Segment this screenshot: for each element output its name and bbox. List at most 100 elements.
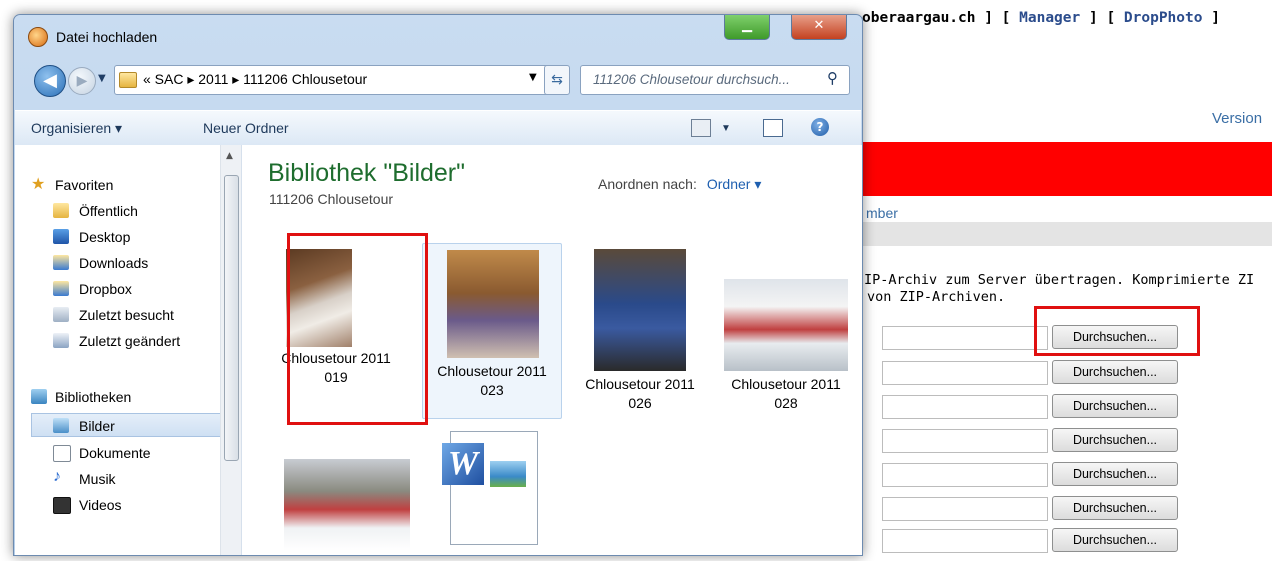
- info-line-2: von ZIP-Archiven.: [867, 289, 1006, 305]
- firefox-icon: [28, 27, 48, 47]
- file-name-line1: Chlousetour 2011: [731, 376, 841, 392]
- search-placeholder: 111206 Chlousetour durchsuch...: [593, 72, 790, 87]
- file-path-field[interactable]: [882, 497, 1048, 521]
- navigation-pane: ★ Favoriten Öffentlich Desktop Downloads…: [15, 145, 242, 555]
- folder-icon: [119, 72, 137, 88]
- file-item[interactable]: W: [430, 431, 570, 561]
- nav-item-label: Desktop: [79, 229, 131, 245]
- version-link[interactable]: Version: [1212, 110, 1262, 127]
- file-name-line2: 023: [480, 382, 504, 398]
- dialog-title: Datei hochladen: [56, 29, 158, 45]
- view-options-icon[interactable]: [691, 119, 711, 137]
- nav-item-label: Dokumente: [79, 445, 151, 461]
- file-name-line2: 026: [628, 395, 652, 411]
- upload-info-text: IP-Archiv zum Server übertragen. Komprim…: [864, 272, 1254, 306]
- address-bar[interactable]: « SAC ▸ 2011 ▸ 111206 Chlousetour ▼: [114, 65, 556, 95]
- nav-item-bilder[interactable]: Bilder: [31, 413, 223, 437]
- browse-button[interactable]: Durchsuchen...: [1052, 428, 1178, 452]
- scroll-thumb[interactable]: [224, 175, 239, 461]
- file-path-field[interactable]: [882, 395, 1048, 419]
- forward-button[interactable]: ▶: [68, 67, 96, 95]
- top-links-suffix: ]: [1202, 10, 1220, 26]
- pictures-icon: [53, 418, 69, 433]
- nav-favorites[interactable]: ★ Favoriten: [15, 173, 225, 197]
- nav-item-downloads[interactable]: Downloads: [15, 251, 225, 275]
- breadcrumb[interactable]: « SAC ▸ 2011 ▸ 111206 Chlousetour: [143, 71, 367, 88]
- file-path-field[interactable]: [882, 429, 1048, 453]
- nav-item-videos[interactable]: Videos: [15, 493, 225, 517]
- browse-button[interactable]: Durchsuchen...: [1052, 528, 1178, 552]
- nav-item-desktop[interactable]: Desktop: [15, 225, 225, 249]
- preview-pane-icon[interactable]: [763, 119, 783, 137]
- top-nav-links: oberaargau.ch ] [ Manager ] [ DropPhoto …: [862, 10, 1220, 26]
- member-link[interactable]: mber: [866, 205, 898, 221]
- chevron-down-icon[interactable]: ▼: [529, 72, 537, 83]
- back-button[interactable]: ◀: [34, 65, 66, 97]
- downloads-icon: [53, 255, 69, 270]
- view-dropdown-icon[interactable]: ▼: [721, 123, 731, 134]
- library-subtitle: 111206 Chlousetour: [269, 191, 394, 207]
- arrange-dropdown[interactable]: Ordner ▾: [707, 176, 762, 192]
- dropphoto-link[interactable]: DropPhoto: [1124, 10, 1203, 26]
- file-path-field[interactable]: [882, 361, 1048, 385]
- photo-thumbnail: [724, 279, 848, 371]
- minimize-button[interactable]: ▁: [724, 15, 770, 40]
- documents-icon: [53, 445, 71, 462]
- scroll-up-icon[interactable]: ▲: [226, 151, 233, 161]
- nav-item-label: Videos: [79, 497, 122, 513]
- top-links-mid: ] [: [1080, 10, 1124, 26]
- browse-button[interactable]: Durchsuchen...: [1052, 496, 1178, 520]
- file-list-area: Bibliothek "Bilder" 111206 Chlousetour A…: [242, 145, 862, 555]
- file-path-field[interactable]: [882, 463, 1048, 487]
- star-icon: ★: [31, 176, 46, 193]
- file-item[interactable]: Chlousetour 2011 028: [716, 243, 856, 419]
- organize-menu[interactable]: Organisieren ▾: [31, 120, 122, 137]
- nav-item-label: Musik: [79, 471, 116, 487]
- header-red-bar: [856, 142, 1272, 196]
- file-name: Chlousetour 2011 026: [570, 375, 710, 413]
- file-upload-dialog: Datei hochladen ▁ ✕ ◀ ▶ ▼ « SAC ▸ 2011 ▸…: [13, 14, 863, 556]
- recently-changed-icon: [53, 333, 69, 348]
- nav-item-recently-changed[interactable]: Zuletzt geändert: [15, 329, 225, 353]
- file-name: Chlousetour 2011 028: [716, 375, 856, 413]
- arrange-label: Anordnen nach:: [598, 176, 697, 192]
- file-path-field[interactable]: [882, 326, 1048, 350]
- search-icon[interactable]: ⚲: [827, 69, 838, 87]
- file-item[interactable]: Chlousetour 2011 023: [422, 243, 562, 419]
- search-input[interactable]: 111206 Chlousetour durchsuch... ⚲: [580, 65, 850, 95]
- refresh-button[interactable]: ⇆: [544, 65, 570, 95]
- nav-item-label: Dropbox: [79, 281, 132, 297]
- nav-item-oeffentlich[interactable]: Öffentlich: [15, 199, 225, 223]
- file-path-field[interactable]: [882, 529, 1048, 553]
- photo-thumbnail: [447, 250, 539, 358]
- desktop-icon: [53, 229, 69, 244]
- nav-item-dokumente[interactable]: Dokumente: [15, 441, 225, 465]
- word-logo-icon: W: [442, 443, 484, 485]
- nav-libraries[interactable]: Bibliotheken: [15, 385, 225, 409]
- dropbox-icon: [53, 281, 69, 296]
- nav-item-recent-places[interactable]: Zuletzt besucht: [15, 303, 225, 327]
- file-item[interactable]: [284, 459, 424, 559]
- highlight-box-file: [287, 233, 428, 425]
- nav-scrollbar[interactable]: ▲: [220, 145, 241, 555]
- libraries-icon: [31, 389, 47, 404]
- close-button[interactable]: ✕: [791, 15, 847, 40]
- nav-item-dropbox[interactable]: Dropbox: [15, 277, 225, 301]
- browse-button[interactable]: Durchsuchen...: [1052, 462, 1178, 486]
- recent-pages-dropdown-icon[interactable]: ▼: [98, 73, 106, 84]
- manager-link[interactable]: Manager: [1019, 10, 1080, 26]
- file-name-line2: 028: [774, 395, 798, 411]
- videos-icon: [53, 497, 71, 514]
- new-folder-button[interactable]: Neuer Ordner: [203, 120, 289, 136]
- photo-thumbnail: [284, 459, 410, 551]
- nav-favorites-label: Favoriten: [55, 177, 114, 193]
- help-icon[interactable]: ?: [811, 118, 829, 136]
- arrange-by: Anordnen nach: Ordner ▾: [598, 176, 761, 193]
- file-item[interactable]: Chlousetour 2011 026: [570, 243, 710, 419]
- browse-button[interactable]: Durchsuchen...: [1052, 394, 1178, 418]
- nav-libraries-label: Bibliotheken: [55, 389, 132, 405]
- browse-button[interactable]: Durchsuchen...: [1052, 360, 1178, 384]
- file-name-line1: Chlousetour 2011: [437, 363, 547, 379]
- music-icon: ♪: [53, 468, 61, 485]
- nav-item-musik[interactable]: ♪ Musik: [15, 467, 225, 491]
